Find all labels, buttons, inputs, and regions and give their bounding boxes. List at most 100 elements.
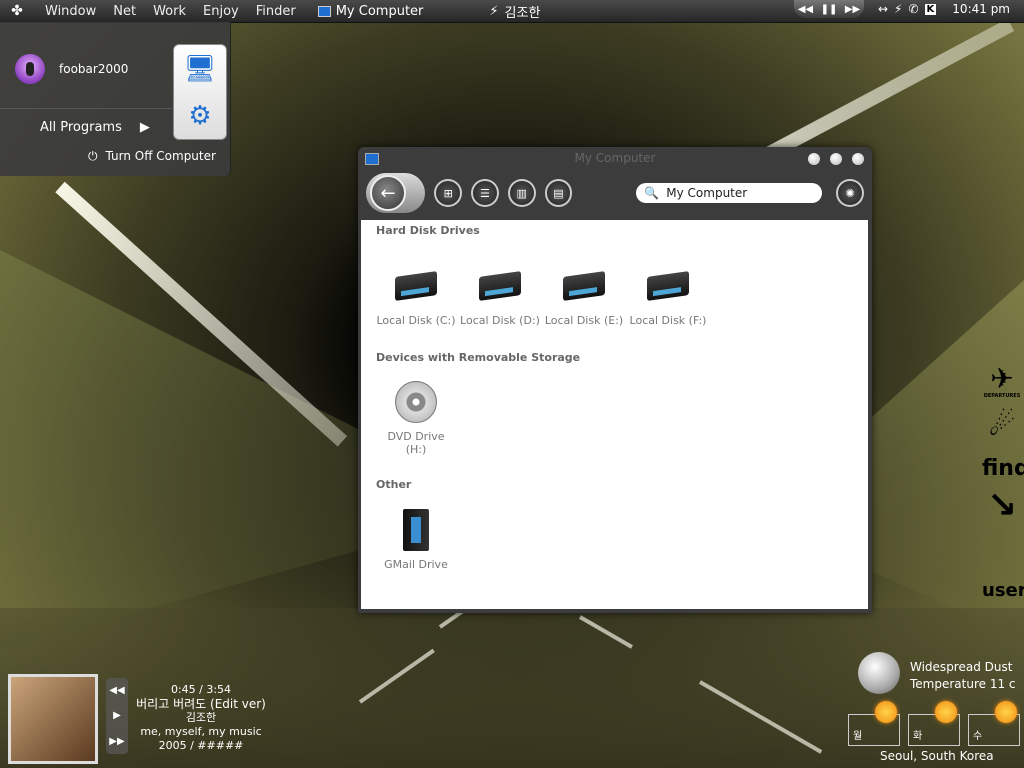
forecast-day: 화 (908, 701, 960, 746)
weather-condition: Widespread Dust (910, 660, 1013, 674)
view-icons-button[interactable]: ⊞ (434, 179, 463, 207)
find-widget[interactable]: find (982, 456, 1024, 481)
network-arrows-icon[interactable]: ↔ (878, 2, 888, 16)
track-artist: 김조한 (185, 711, 217, 724)
drive-f-label: Local Disk (F:) (629, 314, 707, 327)
system-tray: ↔ ⚡ ✆ K 10:41 pm (878, 2, 1010, 16)
divider (0, 108, 172, 109)
drive-c[interactable]: Local Disk (C:) (376, 262, 456, 327)
gmail-drive-label: GMail Drive (384, 558, 448, 571)
view-details-button[interactable]: ▤ (544, 179, 573, 207)
clock[interactable]: 10:41 pm (952, 2, 1010, 16)
gmail-drive[interactable]: GMail Drive (376, 506, 456, 571)
drive-d-label: Local Disk (D:) (460, 314, 540, 327)
drive-e[interactable]: Local Disk (E:) (544, 262, 624, 327)
player-controls: ◀◀ ▶ ▶▶ (106, 678, 128, 754)
fast-forward-icon[interactable]: ▶▶ (845, 4, 860, 15)
drive-f[interactable]: Local Disk (F:) (628, 262, 708, 327)
my-computer-icon[interactable]: 🖥 (183, 52, 217, 86)
taskbar-window-label: My Computer (335, 3, 424, 19)
weather-city: Seoul, South Korea (880, 749, 994, 763)
group-other: Other (376, 478, 412, 491)
album-cover[interactable] (8, 674, 98, 764)
menu-finder[interactable]: Finder (256, 4, 296, 19)
hard-disk-icon (392, 262, 440, 310)
user-entry[interactable]: foobar2000 (15, 54, 128, 84)
pause-icon[interactable]: ❚❚ (821, 4, 838, 15)
menu-window[interactable]: Window (45, 4, 96, 19)
hard-disk-icon (644, 262, 692, 310)
view-columns-button[interactable]: ▥ (507, 179, 536, 207)
dvd-drive-label: DVD Drive (H:) (387, 430, 445, 456)
menu-enjoy[interactable]: Enjoy (203, 4, 239, 19)
minimize-button[interactable] (808, 153, 820, 165)
lightbulb-icon: ✺ (845, 186, 855, 200)
dvd-icon (392, 378, 440, 426)
track-info: 0:45 / 3:54 버리고 버려도 (Edit ver) 김조한 me, m… (135, 683, 267, 753)
now-playing[interactable]: ⚡ 김조한 (489, 2, 540, 21)
back-arrow-icon: ← (370, 175, 406, 211)
grid-icon: ⊞ (443, 186, 453, 200)
user-widget[interactable]: user (982, 580, 1024, 601)
track-time: 0:45 / 3:54 (170, 683, 232, 696)
window-title: My Computer (574, 151, 656, 165)
previous-icon[interactable]: ◀◀ (109, 685, 124, 696)
now-playing-label: 김조한 (504, 5, 541, 21)
arrow-down-right-icon: ↘ (986, 485, 1018, 526)
group-hard-disk-drives: Hard Disk Drives (376, 224, 480, 237)
start-menu-side-panel: 🖥 ⚙ (173, 44, 227, 140)
dvd-drive[interactable]: DVD Drive (H:) (376, 378, 456, 456)
window-toolbar: ← ⊞ ☰ ▥ ▤ 🔍 ✺ (366, 172, 865, 214)
forecast-day: 수 (968, 701, 1020, 746)
forecast-day: 월 (848, 701, 900, 746)
view-list-button[interactable]: ☰ (471, 179, 499, 207)
airplane-icon: ✈ (990, 362, 1014, 395)
departures-widget[interactable]: ✈ DEPARTURES (982, 362, 1022, 400)
search-icon: 🔍 (644, 186, 660, 200)
start-menu: foobar2000 All Programs ▶ ⏻ Turn Off Com… (0, 22, 231, 176)
phone-icon[interactable]: ✆ (908, 2, 918, 16)
weather-cloud-icon (858, 652, 900, 694)
info-button[interactable]: ✺ (836, 179, 865, 207)
turn-off-label: Turn Off Computer (105, 149, 216, 163)
search-input[interactable] (664, 185, 819, 201)
departures-label: DEPARTURES (983, 393, 1021, 399)
start-logo-icon[interactable]: ✤ (6, 0, 28, 22)
my-computer-window: My Computer ← ⊞ ☰ ▥ ▤ 🔍 ✺ Hard Disk Driv… (358, 147, 872, 613)
power-icon: ⏻ (88, 149, 98, 163)
play-icon[interactable]: ▶ (113, 710, 121, 721)
gmail-drive-icon (392, 506, 440, 554)
next-icon[interactable]: ▶▶ (109, 736, 124, 747)
top-menubar: ✤ Window Net Work Enjoy Finder My Comput… (0, 0, 1024, 23)
arrow-right-icon: ▶ (139, 120, 150, 135)
menu-work[interactable]: Work (153, 4, 186, 19)
taskbar-my-computer[interactable]: My Computer (317, 3, 424, 19)
avatar (15, 54, 45, 84)
all-programs-label: All Programs (40, 120, 122, 135)
rewind-icon[interactable]: ◀◀ (798, 4, 813, 15)
sun-icon (875, 701, 897, 723)
all-programs-button[interactable]: All Programs ▶ (40, 120, 150, 135)
back-button[interactable]: ← (366, 173, 426, 213)
settings-gear-icon[interactable]: ⚙ (183, 99, 217, 133)
track-title: 버리고 버려도 (Edit ver) (136, 697, 266, 711)
music-player: ◀◀ ▶ ▶▶ (8, 674, 128, 764)
columns-icon: ▥ (516, 186, 527, 200)
lightning-icon: ⚡ (489, 3, 499, 19)
power-icon[interactable]: ⚡ (894, 2, 902, 16)
close-button[interactable] (852, 153, 864, 165)
language-icon[interactable]: K (924, 3, 937, 15)
comet-icon[interactable]: ☄ (982, 408, 1022, 443)
sun-icon (995, 701, 1017, 723)
computer-icon (317, 5, 331, 17)
search-box[interactable]: 🔍 (636, 183, 823, 203)
turn-off-button[interactable]: ⏻ Turn Off Computer (88, 149, 216, 164)
forecast-day-label: 화 (913, 731, 923, 742)
drive-d[interactable]: Local Disk (D:) (460, 262, 540, 327)
weather-text: Widespread Dust Temperature 11 c (910, 659, 1016, 693)
maximize-button[interactable] (830, 153, 842, 165)
username: foobar2000 (59, 62, 129, 76)
window-controls (808, 153, 864, 165)
menu-net[interactable]: Net (113, 4, 136, 19)
window-content: Hard Disk Drives Local Disk (C:) Local D… (361, 220, 868, 609)
